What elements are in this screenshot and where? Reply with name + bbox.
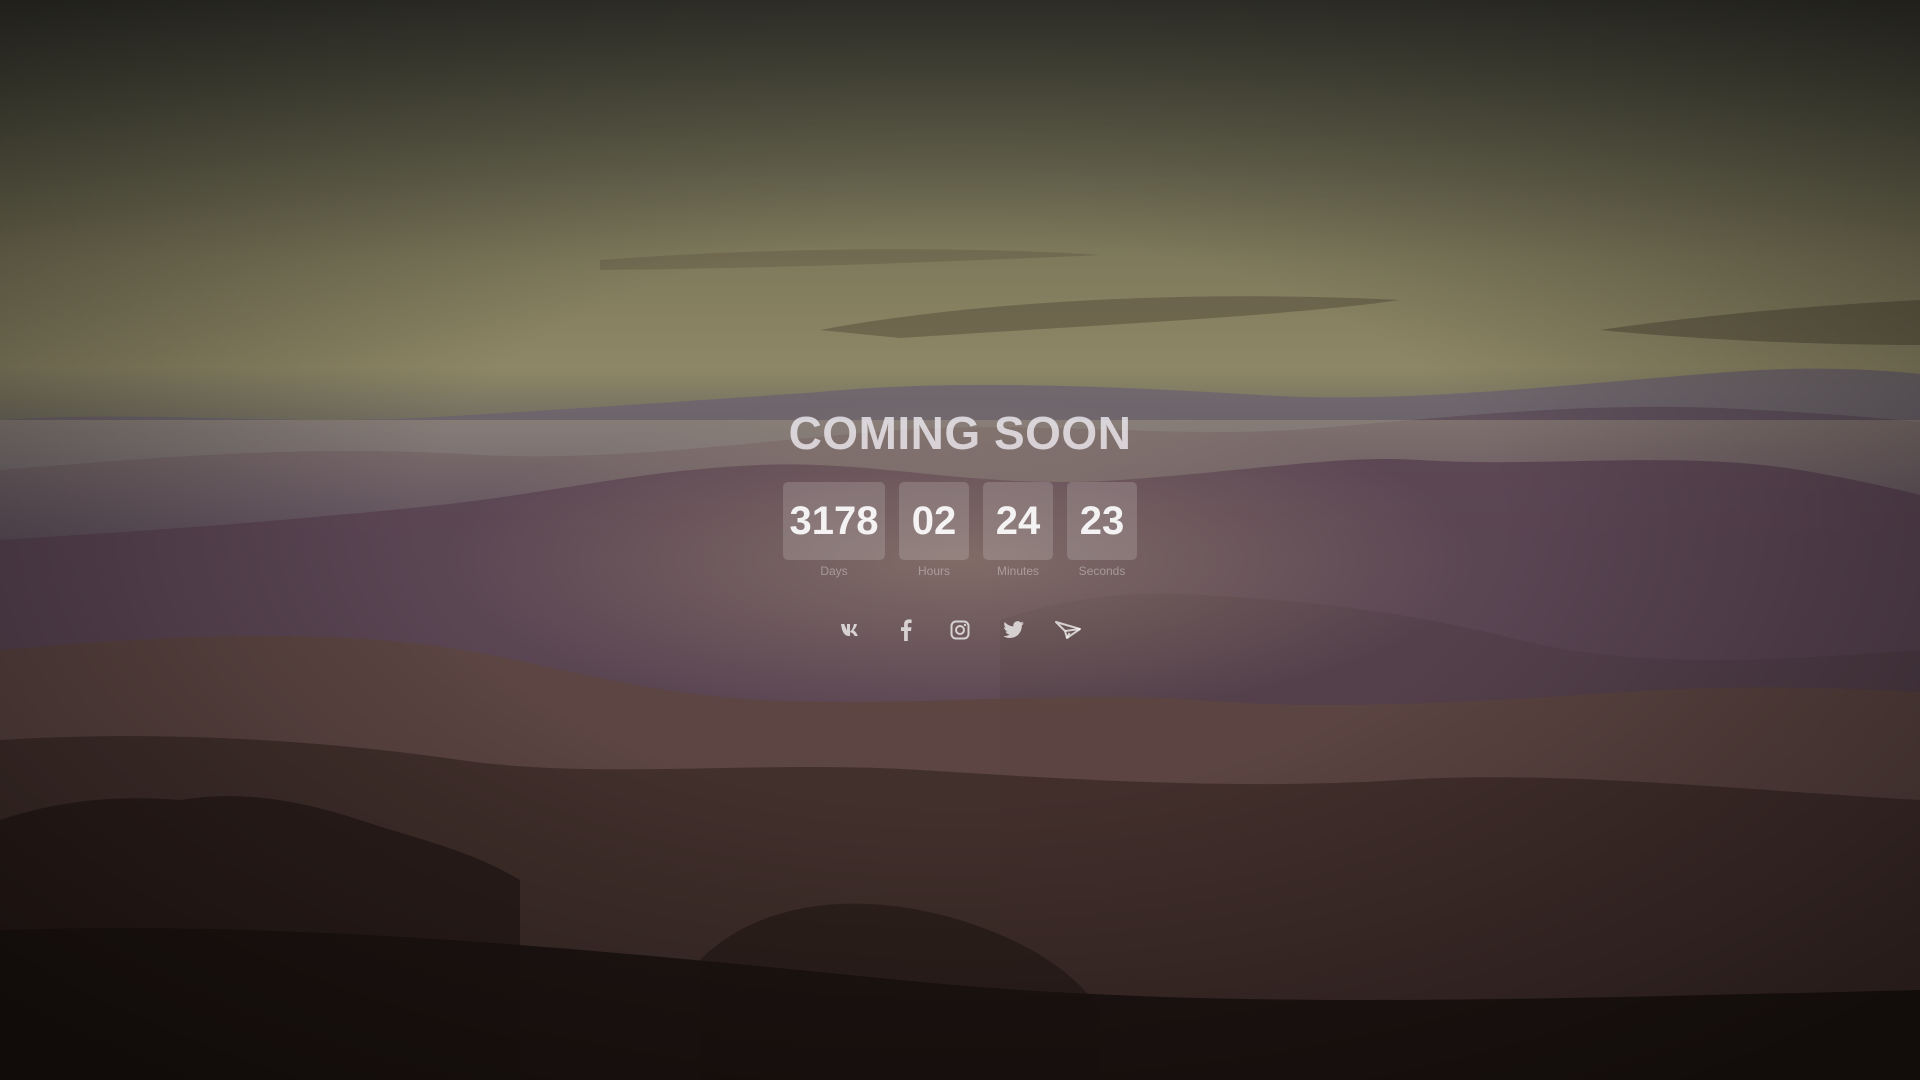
countdown-seconds-label: Seconds [1078, 564, 1126, 578]
vk-link[interactable] [838, 616, 866, 644]
countdown-hours: 02 Hours [899, 482, 969, 578]
countdown-seconds: 23 Seconds [1067, 482, 1137, 578]
page-title: COMING SOON [788, 407, 1132, 459]
countdown-minutes-value: 24 [983, 482, 1053, 560]
twitter-icon [1003, 621, 1024, 639]
telegram-link[interactable] [1054, 616, 1082, 644]
telegram-icon [1055, 621, 1081, 639]
instagram-link[interactable] [946, 616, 974, 644]
countdown-hours-label: Hours [917, 564, 950, 578]
countdown-minutes-label: Minutes [996, 564, 1040, 578]
countdown-days: 3178 Days [783, 482, 885, 578]
countdown-seconds-value: 23 [1067, 482, 1137, 560]
countdown-days-value: 3178 [783, 482, 885, 560]
vk-icon [841, 624, 858, 636]
main-content: COMING SOON 3178 Days 02 Hours 24 Minute… [0, 404, 1920, 644]
facebook-link[interactable] [892, 616, 920, 644]
countdown-minutes: 24 Minutes [983, 482, 1053, 578]
twitter-link[interactable] [1000, 616, 1028, 644]
social-links [0, 616, 1920, 644]
coming-soon-page: COMING SOON 3178 Days 02 Hours 24 Minute… [0, 0, 1920, 1080]
countdown-timer: 3178 Days 02 Hours 24 Minutes 23 Seconds [0, 482, 1920, 578]
countdown-days-label: Days [820, 564, 848, 578]
instagram-icon [950, 620, 970, 640]
countdown-hours-value: 02 [899, 482, 969, 560]
facebook-icon [901, 619, 912, 641]
